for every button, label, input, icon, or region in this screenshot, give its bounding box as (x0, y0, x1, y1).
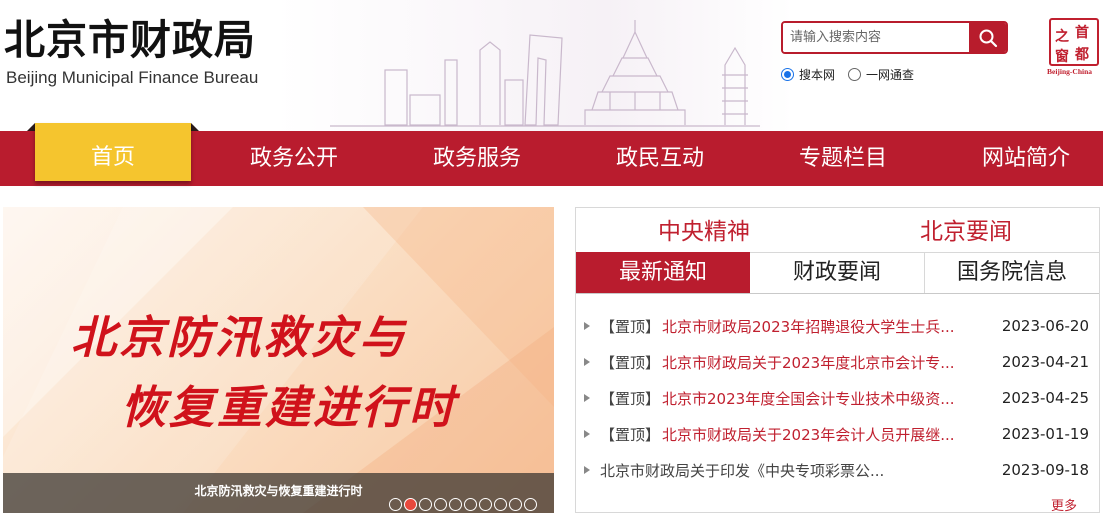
news-date: 2023-06-20 (1001, 317, 1089, 335)
news-item[interactable]: 【置顶】 北京市2023年度全国会计专业技术中级资... 2023-04-25 (584, 386, 1089, 410)
carousel-dot[interactable] (509, 498, 522, 511)
news-item[interactable]: 【置顶】 北京市财政局2023年招聘退役大学生士兵... 2023-06-20 (584, 314, 1089, 338)
news-date: 2023-01-19 (1001, 425, 1089, 443)
radio-unchecked-icon (848, 68, 861, 81)
tab-corner-shadow (191, 123, 199, 131)
carousel-dot[interactable] (404, 498, 417, 511)
news-title[interactable]: 北京市财政局关于2023年会计人员开展继... (662, 424, 968, 445)
city-skyline-illustration (330, 20, 760, 127)
banner-carousel[interactable]: 北京防汛救灾与 恢复重建进行时 北京防汛救灾与恢复重建进行时 (3, 207, 554, 513)
carousel-dot[interactable] (494, 498, 507, 511)
carousel-dot[interactable] (434, 498, 447, 511)
news-title[interactable]: 北京市财政局2023年招聘退役大学生士兵... (662, 316, 968, 337)
bullet-icon (584, 430, 590, 438)
carousel-dot[interactable] (464, 498, 477, 511)
nav-about[interactable]: 网站简介 (946, 131, 1103, 186)
tab-central-spirit[interactable]: 中央精神 (658, 212, 750, 246)
search-box (781, 21, 1008, 54)
logo-char: 首 (1075, 25, 1089, 41)
tab-finance-news[interactable]: 财政要闻 (750, 252, 924, 293)
pin-tag: 【置顶】 (600, 317, 661, 336)
nav-gov-affairs[interactable]: 政务公开 (214, 131, 374, 186)
news-item[interactable]: 北京市财政局关于印发《中央专项彩票公... 2023-09-18 (584, 458, 1089, 482)
site-subtitle: Beijing Municipal Finance Bureau (6, 68, 259, 87)
carousel-dot[interactable] (524, 498, 537, 511)
news-panel: 中央精神 北京要闻 最新通知 财政要闻 国务院信息 【置顶】 北京市财政局202… (575, 207, 1100, 514)
scope-all-label: 一网通查 (866, 68, 915, 82)
logo-frame: 首 都 之 窗 (1049, 18, 1099, 66)
news-title[interactable]: 北京市财政局关于印发《中央专项彩票公... (600, 460, 906, 481)
tab-corner-shadow (27, 123, 35, 131)
pin-tag: 【置顶】 (600, 389, 661, 408)
carousel-dot[interactable] (389, 498, 402, 511)
search-button[interactable] (969, 23, 1006, 52)
capital-window-logo[interactable]: 首 都 之 窗 Beijing-China (1047, 18, 1099, 76)
search-input[interactable] (783, 23, 971, 52)
site-title: 北京市财政局 (4, 16, 256, 64)
site-header: 北京市财政局 Beijing Municipal Finance Bureau … (0, 0, 1103, 131)
logo-char: 窗 (1055, 49, 1069, 65)
divider (576, 293, 1099, 294)
news-date: 2023-09-18 (1001, 461, 1089, 479)
news-title[interactable]: 北京市财政局关于2023年度北京市会计专... (662, 352, 968, 373)
pin-tag: 【置顶】 (600, 353, 661, 372)
tab-state-council-info[interactable]: 国务院信息 (925, 252, 1099, 293)
logo-char: 之 (1055, 29, 1069, 45)
carousel-dots (389, 498, 537, 511)
more-link[interactable]: 更多 (1051, 495, 1077, 514)
logo-caption: Beijing-China (1047, 67, 1093, 76)
news-date: 2023-04-21 (1001, 353, 1089, 371)
news-title[interactable]: 北京市2023年度全国会计专业技术中级资... (662, 388, 968, 409)
nav-home[interactable]: 首页 (35, 123, 191, 181)
nav-topics[interactable]: 专题栏目 (763, 131, 923, 186)
news-item[interactable]: 【置顶】 北京市财政局关于2023年度北京市会计专... 2023-04-21 (584, 350, 1089, 374)
main-nav: 首页 政务公开 政务服务 政民互动 专题栏目 网站简介 (0, 123, 1103, 186)
scope-site-radio[interactable]: 搜本网 (781, 66, 835, 83)
nav-interaction[interactable]: 政民互动 (580, 131, 740, 186)
bullet-icon (584, 394, 590, 402)
radio-checked-icon (781, 68, 794, 81)
carousel-dot[interactable] (479, 498, 492, 511)
news-item[interactable]: 【置顶】 北京市财政局关于2023年会计人员开展继... 2023-01-19 (584, 422, 1089, 446)
carousel-dot[interactable] (419, 498, 432, 511)
bullet-icon (584, 466, 590, 474)
bullet-icon (584, 322, 590, 330)
pin-tag: 【置顶】 (600, 425, 661, 444)
carousel-dot[interactable] (449, 498, 462, 511)
news-date: 2023-04-25 (1001, 389, 1089, 407)
bullet-icon (584, 358, 590, 366)
banner-caption[interactable]: 北京防汛救灾与恢复重建进行时 (3, 482, 554, 499)
banner-headline-1: 北京防汛救灾与 (71, 311, 408, 364)
logo-char: 都 (1075, 47, 1089, 63)
tab-beijing-news[interactable]: 北京要闻 (920, 212, 1012, 246)
scope-all-radio[interactable]: 一网通查 (848, 66, 914, 83)
search-icon (979, 29, 997, 47)
nav-gov-services[interactable]: 政务服务 (397, 131, 557, 186)
scope-site-label: 搜本网 (799, 68, 836, 82)
banner-headline-2: 恢复重建进行时 (121, 381, 458, 434)
tab-latest-notices[interactable]: 最新通知 (576, 252, 750, 293)
